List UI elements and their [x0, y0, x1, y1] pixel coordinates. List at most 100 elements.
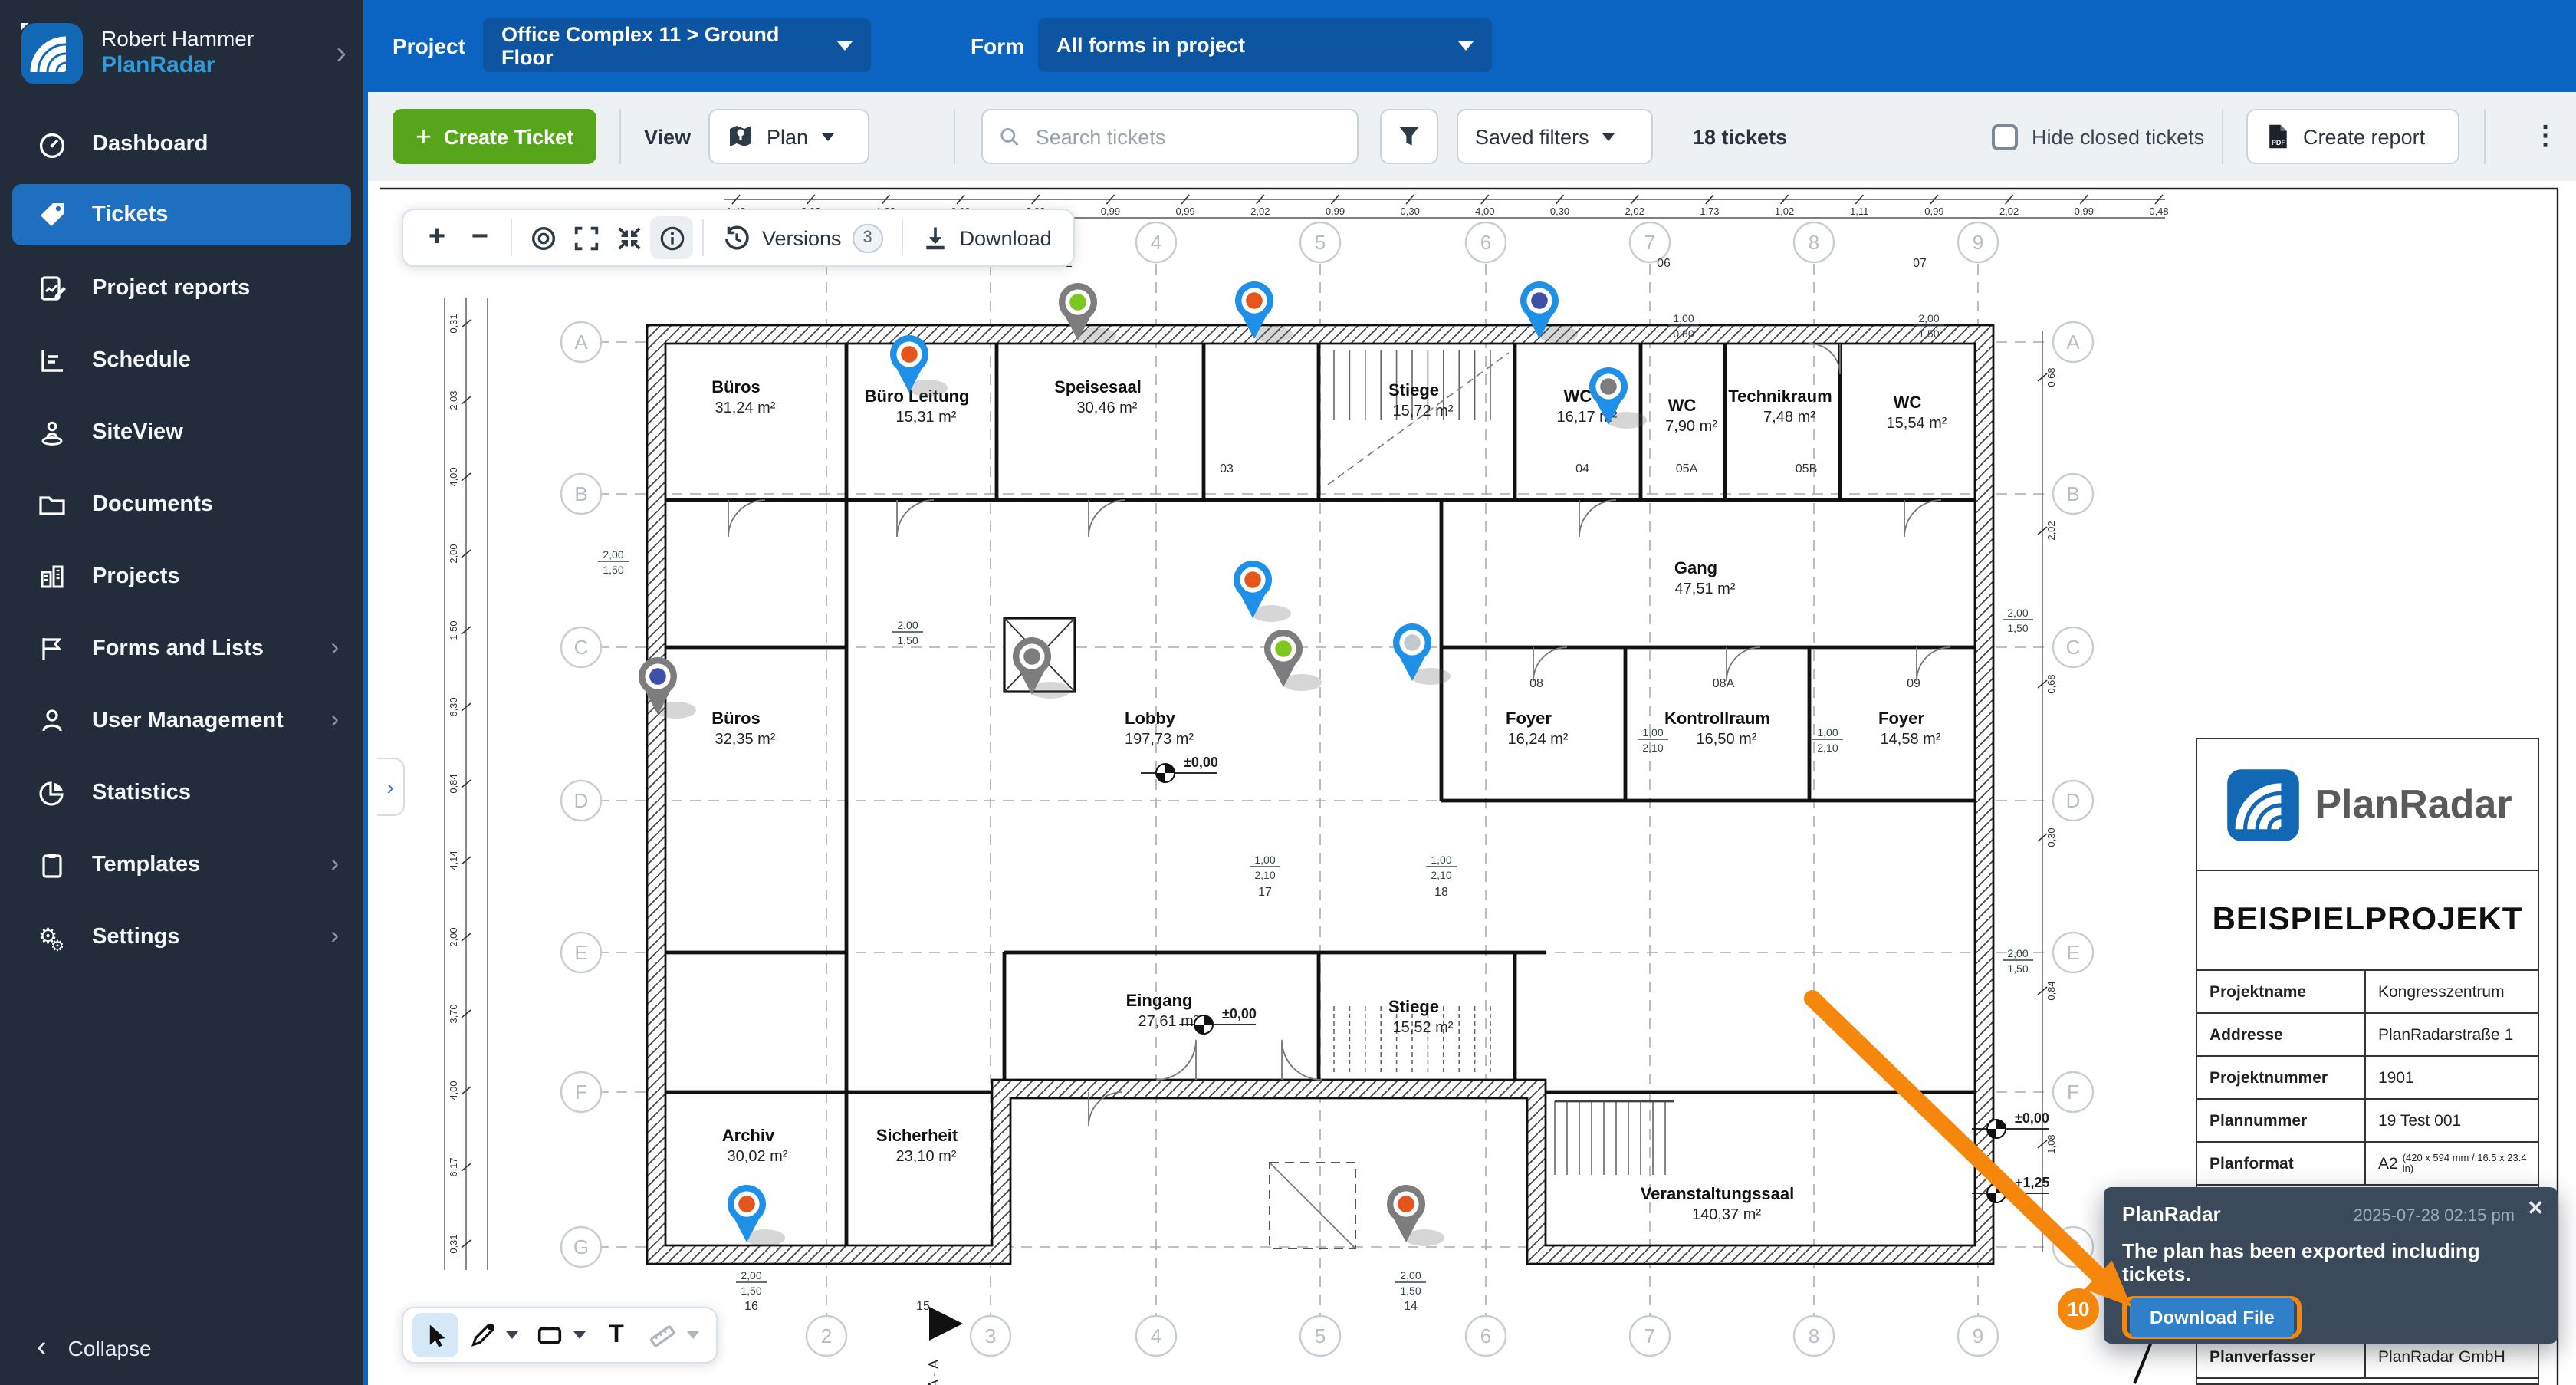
- download-plan-button[interactable]: Download: [912, 224, 1061, 252]
- chevron-right-icon: ›: [330, 923, 339, 950]
- title-block-project: BEISPIELPROJEKT: [2197, 871, 2538, 971]
- close-icon[interactable]: ✕: [2527, 1196, 2544, 1221]
- plan-info-button[interactable]: [650, 216, 693, 259]
- toast-timestamp: 2025-07-28 02:15 pm: [2354, 1207, 2515, 1225]
- create-report-button[interactable]: PDF Create report: [2246, 109, 2459, 164]
- svg-text:A - A: A - A: [926, 1360, 941, 1385]
- svg-text:14: 14: [1404, 1300, 1418, 1313]
- fullscreen-button[interactable]: [564, 216, 607, 259]
- dashboard-icon: [37, 128, 67, 159]
- sidebar-item-label: Dashboard: [92, 131, 209, 156]
- svg-text:0,30: 0,30: [1401, 206, 1420, 217]
- svg-text:07: 07: [1913, 257, 1927, 270]
- search-input[interactable]: [1033, 123, 1342, 150]
- svg-text:18: 18: [1434, 886, 1448, 899]
- brand-name: PlanRadar: [101, 53, 254, 82]
- room-area: 14,58 m²: [1881, 731, 1941, 748]
- user-name: Robert Hammer: [101, 26, 254, 53]
- svg-text:7: 7: [1644, 231, 1655, 254]
- measure-tool[interactable]: [639, 1313, 685, 1357]
- project-select[interactable]: Office Complex 11 > Ground Floor: [483, 18, 871, 72]
- sidebar-item-templates[interactable]: Templates›: [0, 828, 363, 900]
- checkbox[interactable]: [1992, 123, 2018, 150]
- documents-icon: [37, 489, 67, 519]
- svg-text:3,70: 3,70: [448, 1004, 459, 1023]
- download-file-button[interactable]: Download File: [2130, 1298, 2295, 1337]
- collapse-button[interactable]: ‹ Collapse: [0, 1311, 189, 1385]
- sidebar-item-dashboard[interactable]: Dashboard: [0, 107, 363, 179]
- sidebar-item-documents[interactable]: Documents: [0, 468, 363, 540]
- text-tool[interactable]: T: [593, 1313, 639, 1357]
- sidebar-item-project-reports[interactable]: Project reports: [0, 252, 363, 324]
- caret-down-icon: [1458, 41, 1474, 50]
- sidebar-item-schedule[interactable]: Schedule: [0, 324, 363, 396]
- sidebar-expander[interactable]: ›: [377, 758, 405, 816]
- chevron-left-icon: ‹: [37, 1331, 47, 1365]
- focus-target-button[interactable]: [521, 216, 564, 259]
- tickets-toolbar: + Create Ticket View Plan: [368, 92, 2576, 181]
- room-area: 16,50 m²: [1697, 731, 1757, 748]
- zoom-out-button[interactable]: −: [458, 216, 501, 259]
- download-icon: [922, 224, 949, 252]
- svg-text:2,02: 2,02: [1250, 206, 1270, 217]
- svg-text:E: E: [2066, 941, 2079, 964]
- caret-down-icon: [837, 41, 853, 50]
- svg-text:2,00: 2,00: [448, 927, 459, 946]
- svg-text:F: F: [2067, 1081, 2079, 1104]
- fit-to-screen-button[interactable]: [607, 216, 650, 259]
- svg-text:1,50: 1,50: [897, 634, 918, 646]
- statistics-icon: [37, 777, 67, 808]
- shape-tool-caret[interactable]: [573, 1331, 586, 1339]
- pen-tool-caret[interactable]: [506, 1331, 518, 1339]
- sidebar-item-forms-and-lists[interactable]: Forms and Lists›: [0, 612, 363, 684]
- sidebar-item-settings[interactable]: ⚙⚙Settings›: [0, 900, 363, 972]
- svg-text:2,10: 2,10: [1254, 869, 1275, 881]
- filter-button[interactable]: [1380, 109, 1438, 164]
- room-area: 16,24 m²: [1508, 731, 1569, 748]
- room-area: 32,35 m²: [715, 731, 776, 748]
- create-ticket-button[interactable]: + Create Ticket: [393, 109, 596, 164]
- sidebar-item-projects[interactable]: Projects: [0, 540, 363, 612]
- hide-closed-tickets[interactable]: Hide closed tickets: [1992, 92, 2204, 181]
- sidebar-item-siteview[interactable]: SiteView: [0, 396, 363, 468]
- account-switcher[interactable]: Robert Hammer PlanRadar ›: [0, 0, 368, 107]
- svg-text:0,68: 0,68: [2045, 674, 2057, 693]
- svg-text:1,00: 1,00: [1431, 854, 1451, 866]
- form-label: Form: [971, 0, 1024, 92]
- room-label: Eingang: [1126, 991, 1193, 1010]
- svg-text:4,14: 4,14: [448, 850, 459, 870]
- sidebar-item-label: User Management: [92, 708, 284, 732]
- map-icon: [727, 123, 754, 150]
- svg-text:2,02: 2,02: [2045, 521, 2057, 540]
- zoom-in-button[interactable]: +: [416, 216, 458, 259]
- svg-text:6,30: 6,30: [448, 697, 459, 716]
- svg-text:1,50: 1,50: [2007, 622, 2028, 634]
- svg-text:A: A: [574, 331, 588, 354]
- chevron-right-icon: ›: [330, 706, 339, 734]
- measure-tool-caret[interactable]: [687, 1331, 699, 1339]
- select-tool[interactable]: [412, 1313, 458, 1357]
- svg-text:1,50: 1,50: [2007, 962, 2028, 975]
- svg-text:0,99: 0,99: [1175, 206, 1194, 217]
- saved-filters-select[interactable]: Saved filters: [1457, 109, 1653, 164]
- more-options-button[interactable]: ⋮: [2518, 109, 2573, 164]
- shape-tool[interactable]: [526, 1313, 572, 1357]
- sidebar-item-tickets[interactable]: Tickets: [12, 184, 351, 245]
- pen-tool[interactable]: [458, 1313, 504, 1357]
- svg-text:F: F: [575, 1081, 587, 1104]
- svg-text:4,00: 4,00: [1475, 206, 1494, 217]
- annotation-toolbar: T: [402, 1307, 718, 1364]
- svg-text:2,10: 2,10: [1642, 742, 1663, 754]
- sidebar-item-statistics[interactable]: Statistics: [0, 756, 363, 828]
- svg-text:G: G: [573, 1235, 589, 1258]
- svg-text:0,31: 0,31: [448, 1234, 459, 1253]
- room-label: Kontrollraum: [1664, 709, 1770, 728]
- view-select[interactable]: Plan: [708, 109, 869, 164]
- versions-button[interactable]: Versions 3: [713, 223, 892, 252]
- form-select[interactable]: All forms in project: [1038, 18, 1492, 72]
- svg-text:2,02: 2,02: [1625, 206, 1644, 217]
- sidebar-item-label: Tickets: [92, 202, 168, 227]
- svg-text:03: 03: [1220, 462, 1234, 475]
- sidebar-item-user-management[interactable]: User Management ›: [0, 684, 363, 756]
- room-area: 30,02 m²: [728, 1148, 788, 1165]
